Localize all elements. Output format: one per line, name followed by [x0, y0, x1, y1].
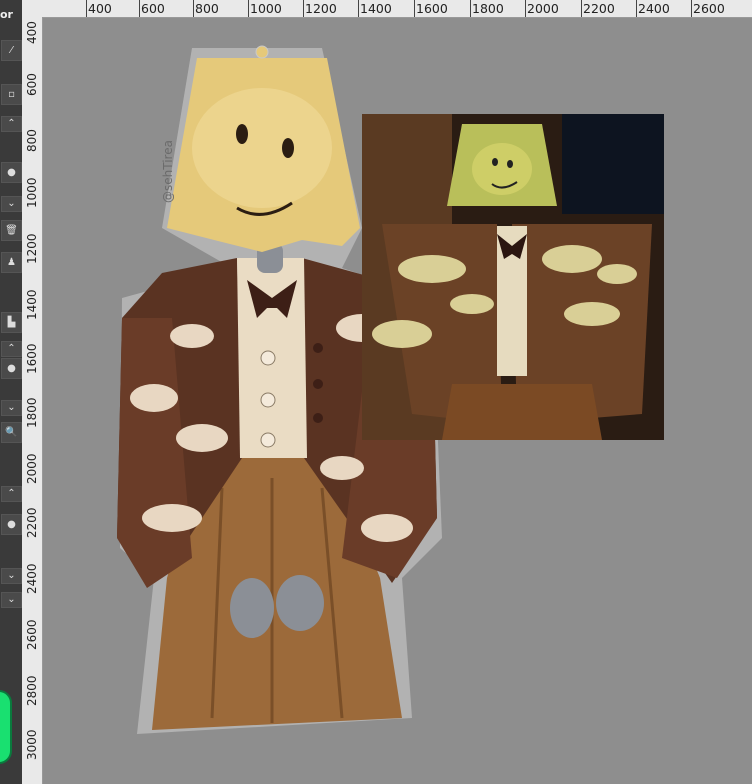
hruler-label: 800	[195, 1, 219, 16]
vruler-label: 2000	[25, 453, 39, 484]
hruler-label: 1600	[416, 1, 448, 16]
hruler-label: 1800	[472, 1, 504, 16]
hruler-label: 2400	[638, 1, 670, 16]
scroll-down-icon-3[interactable]: ⌄	[1, 568, 22, 584]
vertical-ruler: 400 600 800 1000 1200 1400 1600 1800 200…	[22, 0, 43, 784]
artist-watermark: @sehTirea	[161, 140, 175, 203]
hruler-label: 2600	[693, 1, 725, 16]
hruler-label: 2000	[527, 1, 559, 16]
tool-strip: or ⁄ ▫ ⌃ ● ⌄ 🗑 ♟ ▙ ⌃ ● ⌄ 🔍 ⌃ ● ⌄ ⌄	[0, 0, 23, 784]
vruler-label: 600	[25, 73, 39, 96]
scroll-down-icon-2[interactable]: ⌄	[1, 400, 22, 416]
vruler-label: 1000	[25, 177, 39, 208]
rect-tool-button[interactable]: ▫	[1, 84, 22, 105]
vruler-label: 3000	[25, 729, 39, 760]
circle-icon-2[interactable]: ●	[1, 358, 22, 379]
vruler-label: 1600	[25, 343, 39, 374]
dropdown-icon[interactable]: ⌄	[1, 592, 22, 608]
vruler-label: 2200	[25, 507, 39, 538]
hruler-label: 2200	[583, 1, 615, 16]
vruler-label: 1400	[25, 289, 39, 320]
vruler-label: 2600	[25, 619, 39, 650]
pen-tool-button[interactable]: ⁄	[1, 40, 22, 61]
vruler-label: 2800	[25, 675, 39, 706]
reference-image	[362, 114, 664, 440]
hruler-label: 1000	[250, 1, 282, 16]
vruler-label: 1200	[25, 233, 39, 264]
horizontal-ruler: 400 600 800 1000 1200 1400 1600 1800 200…	[42, 0, 752, 18]
scroll-down-icon[interactable]: ⌄	[1, 196, 22, 212]
scroll-up-icon-3[interactable]: ⌃	[1, 486, 22, 502]
circle-icon[interactable]: ●	[1, 162, 22, 183]
vruler-label: 400	[25, 21, 39, 44]
scroll-up-icon[interactable]: ⌃	[1, 116, 22, 132]
status-indicator	[0, 690, 12, 764]
search-icon[interactable]: 🔍	[1, 422, 22, 443]
hruler-label: 1200	[305, 1, 337, 16]
trash-icon[interactable]: 🗑	[1, 220, 22, 241]
vruler-label: 1800	[25, 397, 39, 428]
hruler-label: 600	[141, 1, 165, 16]
layer-icon[interactable]: ▙	[1, 312, 22, 333]
hruler-label: 1400	[360, 1, 392, 16]
circle-icon-3[interactable]: ●	[1, 514, 22, 535]
vruler-label: 800	[25, 129, 39, 152]
scroll-up-icon-2[interactable]: ⌃	[1, 341, 22, 357]
vruler-label: 2400	[25, 563, 39, 594]
drawing-canvas[interactable]: @sehTirea	[42, 18, 752, 784]
figure-icon[interactable]: ♟	[1, 252, 22, 273]
tool-label: or	[0, 8, 13, 21]
hruler-label: 400	[88, 1, 112, 16]
